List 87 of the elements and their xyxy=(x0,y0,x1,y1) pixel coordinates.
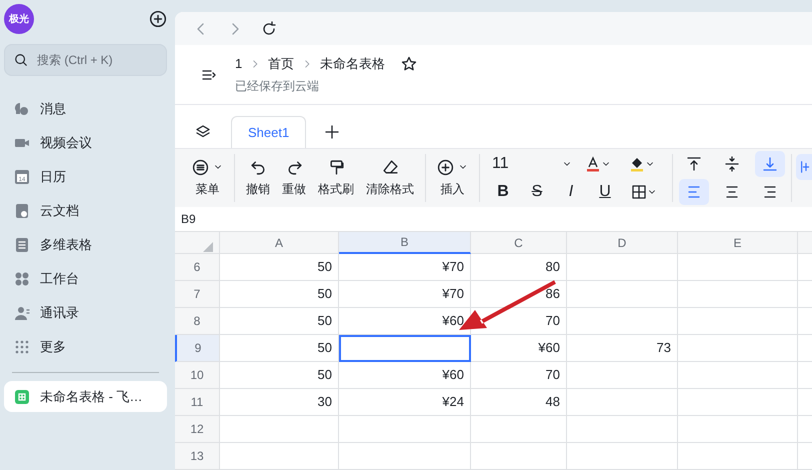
split-column-button[interactable] xyxy=(796,154,812,180)
search-field[interactable]: 搜索 (Ctrl + K) xyxy=(4,44,167,76)
breadcrumb-link[interactable]: 1 xyxy=(235,54,242,74)
align-top-icon xyxy=(686,156,702,172)
row-header[interactable]: 10 xyxy=(175,362,220,389)
table-cell: 48 xyxy=(471,389,567,416)
table-cell: 50 xyxy=(220,281,339,308)
toolbar-button[interactable]: 清除格式 xyxy=(361,155,419,201)
column-header[interactable]: A xyxy=(220,232,339,254)
row-header[interactable]: 13 xyxy=(175,443,220,470)
align-center-icon xyxy=(724,184,740,200)
sheet-tab[interactable]: Sheet1 xyxy=(231,116,306,148)
split-column-icon xyxy=(799,160,812,174)
font-size-dropdown[interactable]: 11 xyxy=(488,151,576,177)
table-cell: 73 xyxy=(567,335,678,362)
toolbar-button[interactable]: 撤销 xyxy=(241,155,275,201)
open-document-item[interactable]: 未命名表格 - 飞… xyxy=(4,381,167,412)
toolbar-button[interactable]: 重做 xyxy=(277,155,311,201)
row-header[interactable]: 6 xyxy=(175,254,220,281)
star-icon[interactable] xyxy=(401,56,418,72)
sidebar-item[interactable]: 云文档 xyxy=(4,194,167,228)
menu-icon xyxy=(192,158,209,176)
grid-icon xyxy=(14,271,30,287)
breadcrumb-link[interactable]: 首页 xyxy=(268,54,294,74)
strikethrough-button[interactable]: S xyxy=(520,179,554,205)
cloud-document-icon xyxy=(14,203,30,219)
row-header[interactable]: 8 xyxy=(175,308,220,335)
table-cell: ¥24 xyxy=(339,389,471,416)
paint-format-icon xyxy=(328,158,344,176)
active-cell[interactable] xyxy=(339,335,471,362)
align-right-icon xyxy=(762,184,778,200)
table-cell: 80 xyxy=(471,254,567,281)
add-icon[interactable] xyxy=(149,10,167,28)
table-cell: ¥60 xyxy=(471,335,567,362)
toolbar-button[interactable]: 插入 xyxy=(432,155,473,201)
contact-icon xyxy=(14,305,30,321)
row-header[interactable]: 12 xyxy=(175,416,220,443)
eraser-icon xyxy=(382,158,398,176)
row-header[interactable]: 9 xyxy=(175,335,220,362)
avatar[interactable]: 极光 xyxy=(4,4,34,34)
row-header[interactable]: 7 xyxy=(175,281,220,308)
refresh-icon[interactable] xyxy=(261,20,277,36)
column-header[interactable]: C xyxy=(471,232,567,254)
align-left-icon xyxy=(686,184,702,200)
redo-icon xyxy=(286,158,302,176)
align-bottom-icon xyxy=(762,156,778,172)
table-cell: 50 xyxy=(220,362,339,389)
column-header[interactable]: B xyxy=(339,232,471,254)
table-cell: 50 xyxy=(220,254,339,281)
document-title: 未命名表格 xyxy=(320,54,386,73)
search-icon xyxy=(14,53,28,67)
add-icon xyxy=(437,158,454,176)
italic-button[interactable]: I xyxy=(554,179,588,205)
text-color-icon xyxy=(585,156,601,172)
chat-icon xyxy=(14,101,30,117)
sidebar-item[interactable]: 更多 xyxy=(4,330,167,364)
list-document-icon xyxy=(14,237,30,253)
spreadsheet-icon xyxy=(14,388,30,404)
column-header[interactable]: E xyxy=(678,232,798,254)
toolbar-button[interactable]: 格式刷 xyxy=(313,155,359,201)
table-cell: ¥70 xyxy=(339,254,471,281)
underline-button[interactable]: U xyxy=(588,179,622,205)
cell-reference: B9 xyxy=(181,211,196,228)
toolbar-button[interactable]: 菜单 xyxy=(187,155,228,201)
align-middle-icon xyxy=(724,156,740,172)
sidebar-item[interactable]: 多维表格 xyxy=(4,228,167,262)
bold-button[interactable]: B xyxy=(486,179,520,205)
sidebar-item[interactable]: 工作台 xyxy=(4,262,167,296)
table-cell: ¥60 xyxy=(339,362,471,389)
layers-icon[interactable] xyxy=(195,124,211,140)
add-sheet-icon[interactable] xyxy=(324,124,340,140)
sidebar-item[interactable]: 通讯录 xyxy=(4,296,167,330)
table-cell: 50 xyxy=(220,335,339,362)
borders-icon xyxy=(631,184,647,200)
table-cell: 70 xyxy=(471,362,567,389)
save-status: 已经保存到云端 xyxy=(235,78,320,96)
table-cell: 30 xyxy=(220,389,339,416)
more-dots-icon xyxy=(14,339,30,355)
row-header[interactable]: 11 xyxy=(175,389,220,416)
column-header[interactable]: D xyxy=(567,232,678,254)
undo-icon xyxy=(250,158,266,176)
table-cell: ¥70 xyxy=(339,281,471,308)
triangle-icon xyxy=(203,242,213,252)
sidebar-item[interactable]: 视频会议 xyxy=(4,126,167,160)
table-cell: 50 xyxy=(220,308,339,335)
sidebar-item[interactable]: 消息 xyxy=(4,92,167,126)
fill-color-icon xyxy=(629,156,645,172)
